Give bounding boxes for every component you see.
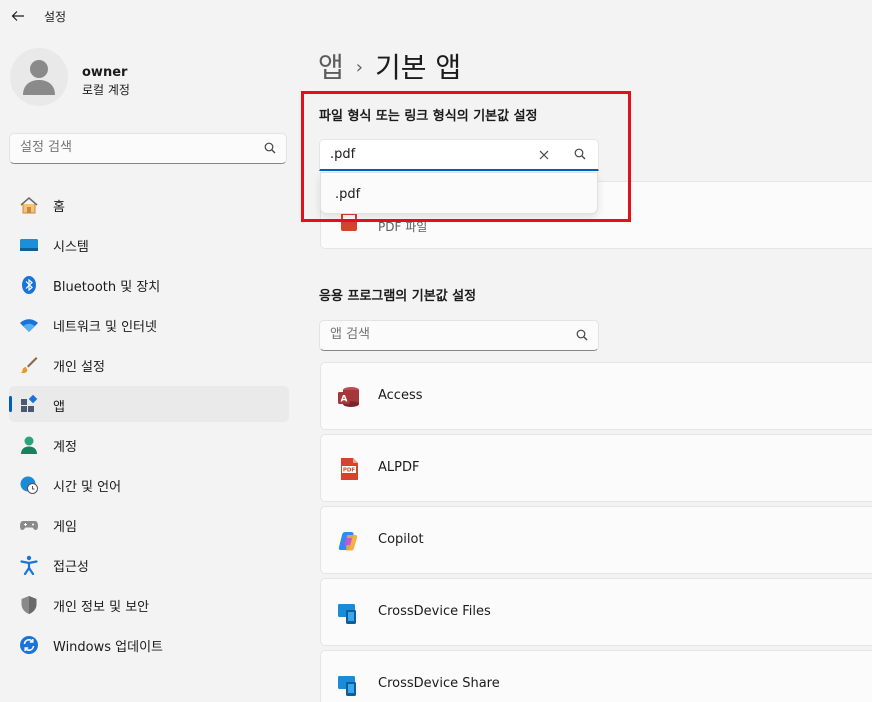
copilot-icon — [337, 529, 361, 553]
file-type-label: PDF 파일 — [378, 220, 428, 234]
sidebar-item-gaming[interactable]: 게임 — [9, 506, 289, 542]
search-suggestion-dropdown: .pdf — [320, 172, 598, 214]
svg-text:PDF: PDF — [343, 468, 356, 474]
globe-clock-icon — [19, 475, 39, 495]
sidebar-item-label: 개인 정보 및 보안 — [53, 600, 150, 615]
app-name: Copilot — [378, 532, 424, 547]
file-type-search-box[interactable] — [319, 139, 599, 171]
search-icon[interactable] — [576, 329, 588, 341]
app-name: CrossDevice Share — [378, 676, 500, 691]
search-icon[interactable] — [264, 142, 276, 154]
sidebar-nav: 홈 시스템 Bluetooth 및 장치 네트워크 및 인터넷 개인 설정 앱 … — [9, 186, 289, 666]
clear-search-button[interactable] — [536, 147, 552, 163]
app-search-box[interactable] — [319, 320, 599, 351]
sidebar-item-label: 게임 — [53, 520, 77, 535]
app-name: CrossDevice Files — [378, 604, 491, 619]
sidebar-item-label: 접근성 — [53, 560, 89, 575]
sidebar-item-label: 개인 설정 — [53, 360, 105, 375]
app-name: ALPDF — [378, 460, 420, 475]
app-card-copilot[interactable]: Copilot — [320, 506, 872, 574]
sidebar-item-privacy[interactable]: 개인 정보 및 보안 — [9, 586, 289, 622]
app-card-access[interactable]: A Access — [320, 362, 872, 430]
breadcrumb-parent[interactable]: 앱 — [318, 51, 344, 84]
crossdevice-icon — [337, 673, 361, 697]
back-button[interactable] — [6, 4, 30, 28]
close-icon — [539, 150, 549, 160]
shield-icon — [19, 595, 39, 615]
user-avatar-icon — [23, 60, 55, 95]
sidebar-item-home[interactable]: 홈 — [9, 186, 289, 222]
app-search-input[interactable] — [330, 327, 560, 342]
file-type-search-input[interactable] — [330, 147, 530, 162]
sidebar-item-label: 네트워크 및 인터넷 — [53, 320, 157, 335]
sidebar-item-windows-update[interactable]: Windows 업데이트 — [9, 626, 289, 662]
account-icon — [19, 435, 39, 455]
suggestion-item[interactable]: .pdf — [335, 187, 360, 202]
sidebar-item-label: 계정 — [53, 440, 77, 455]
sidebar-item-time-language[interactable]: 시간 및 언어 — [9, 466, 289, 502]
brush-icon — [19, 355, 39, 375]
alpdf-icon: PDF — [337, 457, 361, 481]
sidebar-item-label: 앱 — [53, 400, 65, 415]
bluetooth-icon — [19, 275, 39, 295]
sidebar-item-personalization[interactable]: 개인 설정 — [9, 346, 289, 382]
system-icon — [19, 235, 39, 255]
user-profile[interactable]: owner 로컬 계정 — [10, 48, 280, 108]
settings-search-input[interactable] — [20, 140, 250, 155]
sidebar-item-network[interactable]: 네트워크 및 인터넷 — [9, 306, 289, 342]
sidebar-item-label: Windows 업데이트 — [53, 640, 164, 655]
window-title: 설정 — [44, 10, 67, 24]
avatar — [10, 48, 68, 106]
sidebar-item-apps[interactable]: 앱 — [9, 386, 289, 422]
title-bar: 설정 — [0, 0, 872, 32]
breadcrumb: 앱 › 기본 앱 — [318, 46, 461, 86]
sidebar-item-label: 시간 및 언어 — [53, 480, 122, 495]
apps-icon — [19, 395, 39, 415]
settings-search-box[interactable] — [9, 133, 287, 164]
update-icon — [19, 635, 39, 655]
home-icon — [19, 195, 39, 215]
back-arrow-icon — [11, 11, 24, 21]
apps-section-title: 응용 프로그램의 기본값 설정 — [319, 289, 477, 304]
gamepad-icon — [19, 515, 39, 535]
sidebar-item-accounts[interactable]: 계정 — [9, 426, 289, 462]
app-card-alpdf[interactable]: PDF ALPDF — [320, 434, 872, 502]
svg-text:A: A — [341, 395, 348, 405]
app-card-crossdevice-files[interactable]: CrossDevice Files — [320, 578, 872, 646]
page-title: 기본 앱 — [374, 51, 462, 84]
active-indicator — [9, 396, 12, 412]
search-icon[interactable] — [574, 148, 586, 160]
sidebar-item-bluetooth[interactable]: Bluetooth 및 장치 — [9, 266, 289, 302]
sidebar-item-accessibility[interactable]: 접근성 — [9, 546, 289, 582]
app-card-crossdevice-share[interactable]: CrossDevice Share — [320, 650, 872, 702]
profile-name: owner — [82, 65, 128, 80]
sidebar-item-label: 홈 — [53, 200, 65, 215]
sidebar-item-system[interactable]: 시스템 — [9, 226, 289, 262]
file-type-section-title: 파일 형식 또는 링크 형식의 기본값 설정 — [319, 109, 538, 124]
wifi-icon — [19, 315, 39, 335]
profile-account-type: 로컬 계정 — [82, 83, 130, 97]
accessibility-icon — [19, 555, 39, 575]
breadcrumb-separator: › — [355, 57, 363, 78]
sidebar-item-label: Bluetooth 및 장치 — [53, 280, 161, 295]
crossdevice-icon — [337, 601, 361, 625]
access-icon: A — [337, 385, 361, 409]
app-name: Access — [378, 388, 423, 403]
sidebar-item-label: 시스템 — [53, 240, 89, 255]
